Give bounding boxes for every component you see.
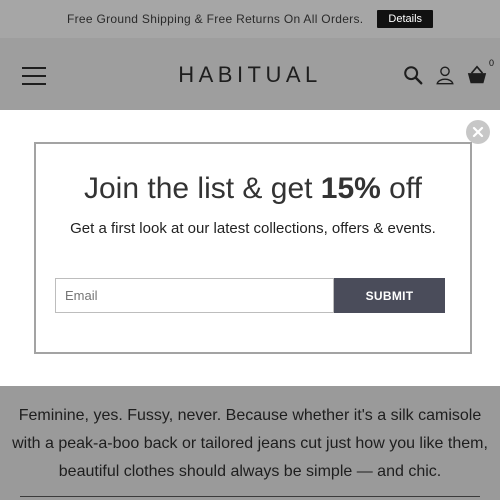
title-percent: 15% bbox=[320, 172, 381, 205]
close-icon bbox=[472, 126, 484, 138]
header-icons: 0 bbox=[402, 58, 494, 86]
cart-button[interactable]: 0 bbox=[466, 58, 494, 86]
user-icon[interactable] bbox=[434, 64, 456, 86]
email-field[interactable] bbox=[55, 278, 334, 313]
details-button[interactable]: Details bbox=[377, 10, 434, 28]
page-content: Feminine, yes. Fussy, never. Because whe… bbox=[0, 386, 500, 500]
search-icon[interactable] bbox=[402, 64, 424, 86]
submit-button[interactable]: SUBMIT bbox=[334, 278, 445, 313]
intro-text: Feminine, yes. Fussy, never. Because whe… bbox=[12, 407, 488, 480]
promo-bar: Free Ground Shipping & Free Returns On A… bbox=[0, 0, 500, 38]
newsletter-modal: Join the list & get 15% off Get a first … bbox=[0, 110, 500, 386]
site-header: HABITUAL 0 bbox=[0, 38, 500, 110]
cart-icon bbox=[467, 65, 487, 84]
promo-text: Free Ground Shipping & Free Returns On A… bbox=[66, 12, 364, 26]
modal-title: Join the list & get 15% off bbox=[36, 172, 470, 206]
cart-count: 0 bbox=[488, 58, 494, 68]
title-post: off bbox=[380, 172, 422, 205]
divider bbox=[20, 496, 480, 497]
modal-subtitle: Get a first look at our latest collectio… bbox=[70, 220, 436, 237]
modal-box: Join the list & get 15% off Get a first … bbox=[34, 142, 472, 354]
close-button[interactable] bbox=[466, 120, 490, 144]
title-pre: Join the list & get bbox=[84, 172, 321, 205]
